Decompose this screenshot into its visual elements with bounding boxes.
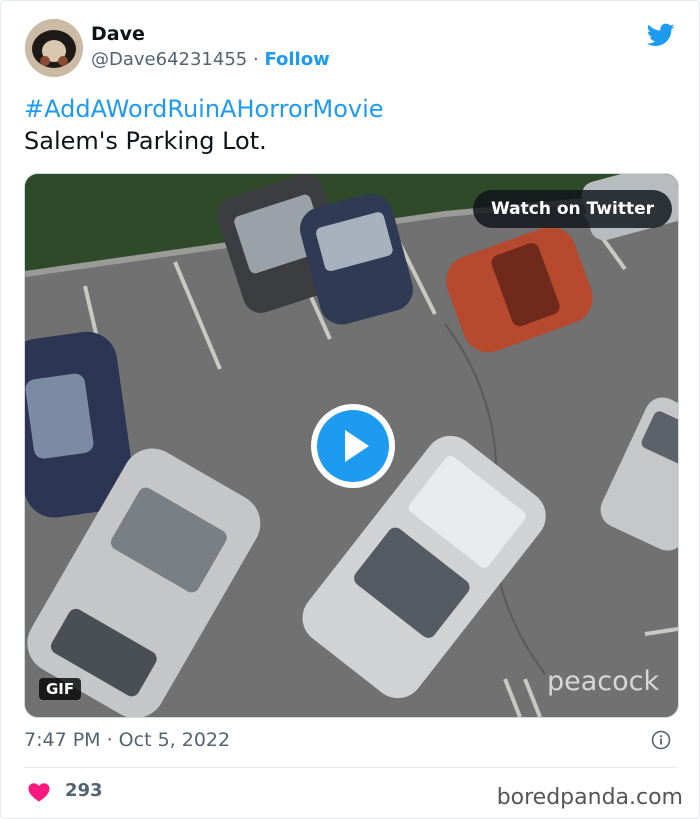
author-name[interactable]: Dave: [91, 23, 145, 45]
gif-media[interactable]: Watch on Twitter GIF peacock: [24, 173, 679, 718]
tweet-timestamp[interactable]: 7:47 PM · Oct 5, 2022: [24, 729, 230, 751]
gif-badge: GIF: [39, 678, 82, 700]
like-count: 293: [65, 780, 103, 801]
divider: [24, 767, 677, 768]
play-icon: [345, 430, 369, 462]
tweet-card: Dave @Dave64231455 · Follow #AddAWordRui…: [0, 0, 700, 819]
handle-separator: ·: [252, 49, 259, 70]
peacock-watermark: peacock: [547, 666, 660, 697]
info-icon[interactable]: [651, 730, 671, 750]
hashtag-link[interactable]: #AddAWordRuinAHorrorMovie: [24, 95, 384, 123]
avatar[interactable]: [25, 19, 83, 77]
heart-icon[interactable]: [27, 780, 51, 804]
watch-on-twitter-button[interactable]: Watch on Twitter: [473, 190, 672, 228]
twitter-bird-icon[interactable]: [645, 21, 677, 49]
tweet-text: Salem's Parking Lot.: [24, 127, 267, 155]
author-handle[interactable]: @Dave64231455: [91, 49, 247, 70]
follow-button[interactable]: Follow: [264, 49, 329, 70]
play-button[interactable]: [311, 404, 395, 488]
source-watermark: boredpanda.com: [496, 785, 683, 810]
author-handle-row: @Dave64231455 · Follow: [91, 49, 330, 70]
